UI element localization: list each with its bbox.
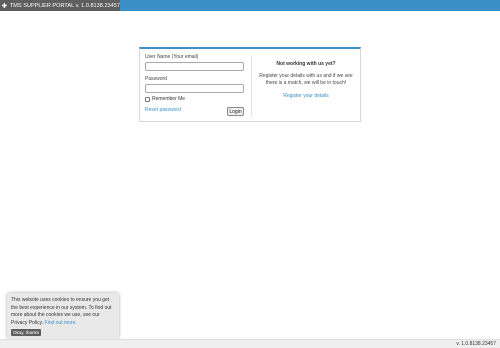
password-input[interactable] <box>145 84 244 93</box>
brand: TMS SUPPLIER PORTAL v. 1.0.8138.23457 <box>0 0 120 11</box>
login-form: User Name (Your email) Password <box>145 54 245 93</box>
login-card: User Name (Your email) Password Remember… <box>139 47 361 122</box>
plus-cross-icon <box>2 3 7 8</box>
cookie-banner: This website uses cookies to ensure you … <box>7 293 119 339</box>
username-input[interactable] <box>145 62 244 71</box>
signup-text: Register your details with us and if we … <box>259 73 353 86</box>
signup-panel: Not working with us yet? Register your d… <box>256 61 356 99</box>
version-label: v. 1.0.8138.23457 <box>456 341 496 347</box>
remember-me-label: Remember Me <box>152 96 186 102</box>
cookie-find-out-more-link[interactable]: Find out more. <box>45 320 77 326</box>
username-label: User Name (Your email) <box>145 54 199 60</box>
cookie-message: This website uses cookies to ensure you … <box>11 297 115 327</box>
top-bar: TMS SUPPLIER PORTAL v. 1.0.8138.23457 <box>0 0 500 11</box>
app-title: TMS SUPPLIER PORTAL v. 1.0.8138.23457 <box>9 2 120 9</box>
divider <box>251 55 252 117</box>
cookie-accept-button[interactable]: Okay, thanks <box>11 329 41 336</box>
remember-me[interactable]: Remember Me <box>145 96 185 102</box>
reset-password-link[interactable]: Reset password <box>145 107 181 113</box>
login-button[interactable]: Login <box>227 107 244 116</box>
register-link[interactable]: Register your details <box>256 93 356 99</box>
password-label: Password <box>145 76 167 82</box>
remember-me-checkbox[interactable] <box>145 96 150 102</box>
footer: v. 1.0.8138.23457 <box>0 339 500 348</box>
signup-title: Not working with us yet? <box>276 61 336 67</box>
